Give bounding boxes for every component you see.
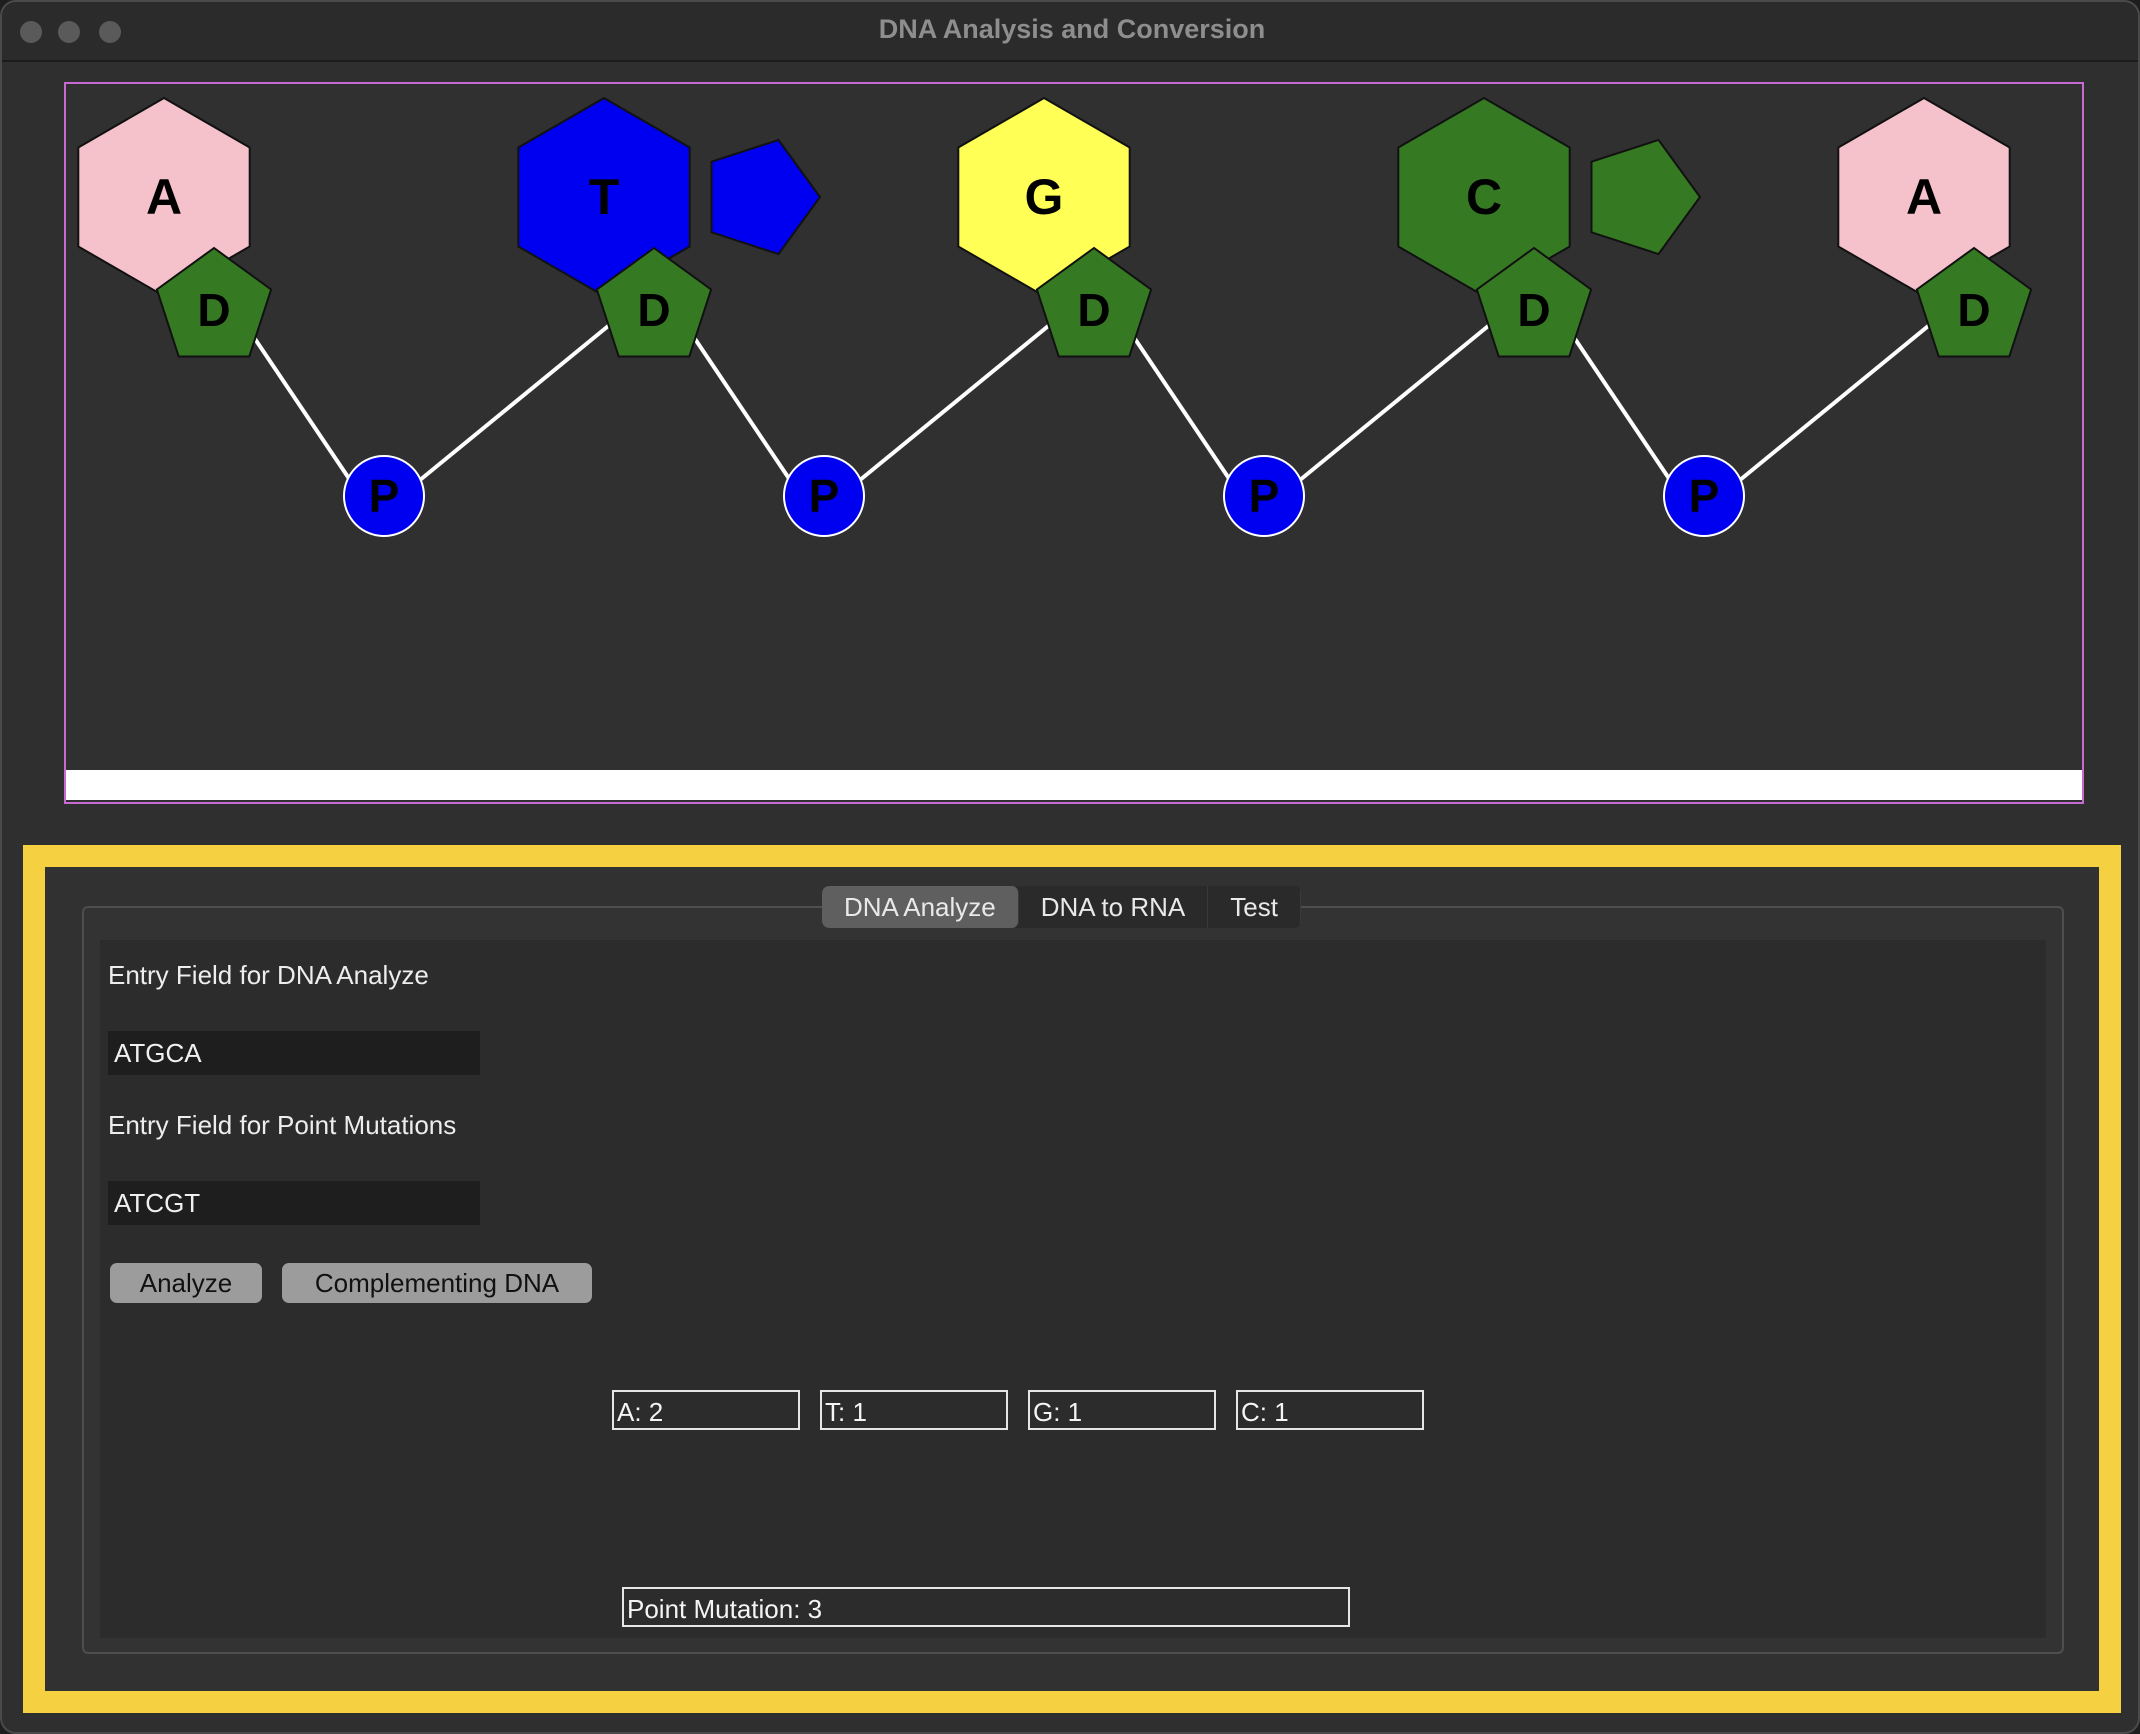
dna-entry-label: Entry Field for DNA Analyze — [108, 960, 429, 990]
base-t-ring-pentagon — [710, 138, 822, 256]
sugar-label: D — [1077, 284, 1110, 336]
sugar-phosphate-bond — [1567, 328, 1672, 482]
tab-dna-to-rna[interactable]: DNA to RNA — [1019, 886, 1209, 928]
count-c-display: C: 1 — [1236, 1390, 1424, 1430]
sugar-phosphate-bond — [687, 328, 792, 482]
base-label: A — [1906, 169, 1942, 225]
base-c-ring-pentagon — [1590, 138, 1702, 256]
sugar-phosphate-bond — [247, 328, 352, 482]
mutation-entry-field[interactable] — [108, 1181, 480, 1225]
phosphate-sugar-bond — [1298, 316, 1500, 482]
app-window: DNA Analysis and Conversion A D P T D P G D P C D P… — [0, 0, 2140, 1734]
tab-test[interactable]: Test — [1208, 886, 1301, 928]
base-label: C — [1466, 169, 1502, 225]
base-label: T — [589, 169, 620, 225]
base-label: A — [146, 169, 182, 225]
sugar-label: D — [1957, 284, 1990, 336]
count-g-display: G: 1 — [1028, 1390, 1216, 1430]
base-label: G — [1025, 169, 1064, 225]
sugar-label: D — [197, 284, 230, 336]
sugar-phosphate-bond — [1127, 328, 1232, 482]
phosphate-sugar-bond — [858, 316, 1060, 482]
sugar-label: D — [637, 284, 670, 336]
phosphate-label: P — [369, 470, 400, 522]
count-a-display: A: 2 — [612, 1390, 800, 1430]
sugar-label: D — [1517, 284, 1550, 336]
dna-entry-field[interactable] — [108, 1031, 480, 1075]
count-t-display: T: 1 — [820, 1390, 1008, 1430]
phosphate-label: P — [809, 470, 840, 522]
complementing-dna-button[interactable]: Complementing DNA — [282, 1263, 592, 1303]
dna-strand-diagram: A D P T D P G D P C D P A D — [77, 96, 2033, 537]
phosphate-label: P — [1249, 470, 1280, 522]
tab-dna-analyze[interactable]: DNA Analyze — [822, 886, 1019, 928]
window-title: DNA Analysis and Conversion — [878, 14, 1266, 44]
phosphate-sugar-bond — [418, 316, 620, 482]
mutation-entry-label: Entry Field for Point Mutations — [108, 1110, 457, 1140]
phosphate-label: P — [1689, 470, 1720, 522]
phosphate-sugar-bond — [1738, 316, 1940, 482]
dna-canvas[interactable]: A D P T D P G D P C D P A D — [64, 82, 2084, 804]
analyze-button[interactable]: Analyze — [110, 1263, 262, 1303]
title-bar[interactable]: DNA Analysis and Conversion — [2, 2, 2138, 62]
point-mutation-display: Point Mutation: 3 — [622, 1587, 1350, 1627]
tab-bar: DNA Analyze DNA to RNA Test — [822, 886, 1301, 928]
canvas-horizontal-scrollbar[interactable] — [66, 770, 2082, 800]
